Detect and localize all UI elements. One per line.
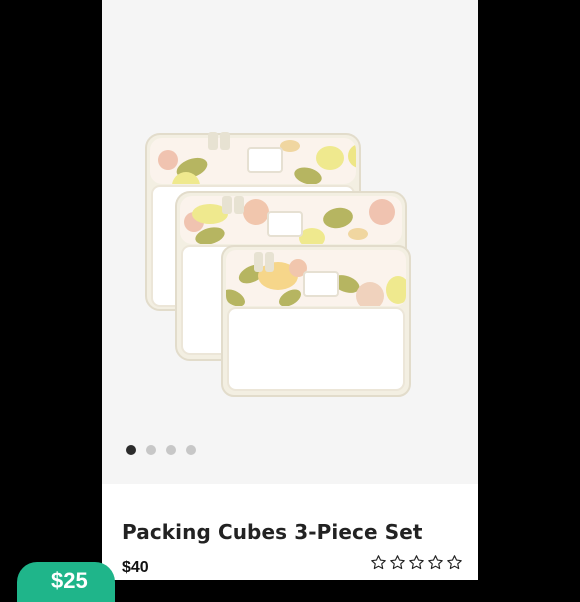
star-icon [447,555,462,570]
product-info: Packing Cubes 3-Piece Set $40 [102,484,478,580]
listing-screen: Packing Cubes 3-Piece Set $40 [102,0,478,580]
product-price: $40 [122,559,149,576]
offer-badge-text: $25 [51,568,88,593]
product-title: Packing Cubes 3-Piece Set [122,520,423,544]
star-icon [409,555,424,570]
image-pagination-dots [126,444,196,456]
seller-rating[interactable] [370,554,463,571]
pagination-dot[interactable] [166,445,176,455]
product-image[interactable] [102,0,478,484]
star-icon [428,555,443,570]
product-image-gallery[interactable] [102,0,478,484]
pagination-dot[interactable] [146,445,156,455]
offer-badge[interactable]: $25 [17,562,115,602]
pagination-dot[interactable] [126,445,136,455]
pagination-dot[interactable] [186,445,196,455]
star-icon [390,555,405,570]
star-icon [371,555,386,570]
